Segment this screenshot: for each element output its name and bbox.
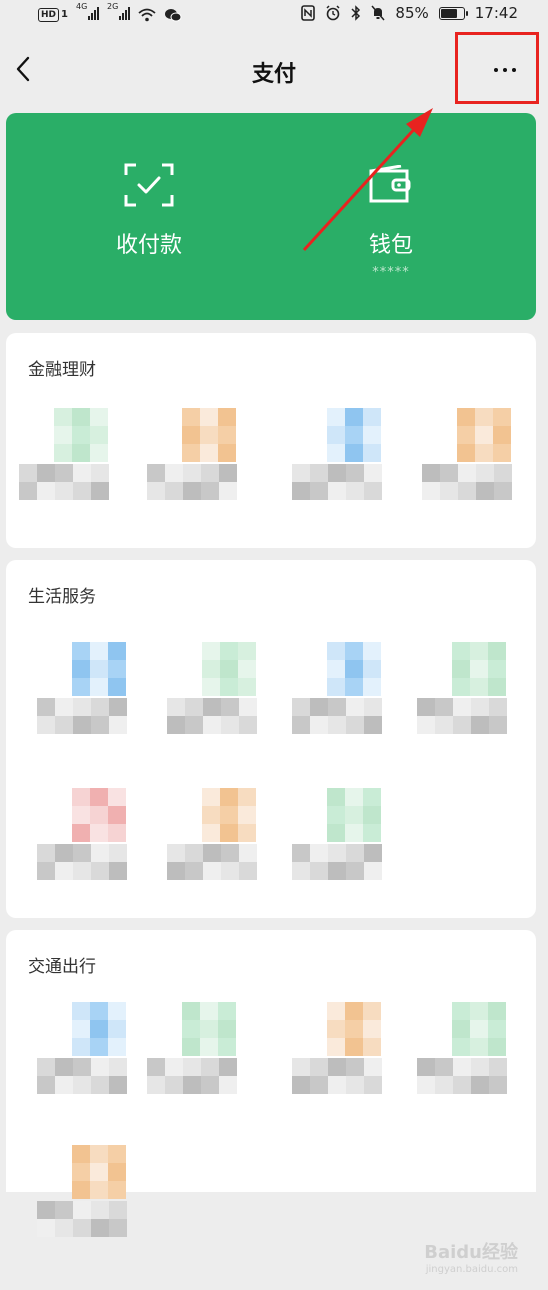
service-tile[interactable] [416, 1002, 526, 1102]
network-type-label-2: 2G [106, 2, 119, 11]
more-button[interactable] [455, 32, 539, 104]
alarm-icon [326, 5, 340, 21]
wallet-entry[interactable]: 钱包 ***** [321, 163, 461, 280]
scan-check-icon [124, 163, 174, 207]
service-tile[interactable] [36, 1145, 146, 1245]
service-tile[interactable] [18, 408, 128, 508]
service-tile[interactable] [291, 642, 401, 742]
pay-banner: 收付款 钱包 ***** [6, 113, 536, 320]
clock: 17:42 [474, 4, 518, 22]
battery-percent: 85% [395, 4, 429, 22]
wifi-icon [138, 8, 156, 21]
service-tile[interactable] [36, 642, 146, 742]
nav-bar: 支付 [0, 32, 548, 104]
section-title: 金融理财 [28, 360, 96, 380]
wallet-icon [369, 165, 411, 203]
receive-pay-entry[interactable]: 收付款 [79, 163, 219, 259]
battery-icon [438, 6, 468, 20]
section-finance: 金融理财 [6, 333, 536, 548]
bluetooth-icon [351, 5, 361, 21]
service-tile[interactable] [416, 642, 526, 742]
wechat-icon [164, 8, 182, 21]
section-title: 交通出行 [28, 957, 96, 977]
section-life-services: 生活服务 [6, 560, 536, 918]
signal-icon-2: 2G [107, 2, 130, 23]
service-tile[interactable] [291, 788, 401, 888]
service-tile[interactable] [291, 1002, 401, 1102]
service-tile[interactable] [166, 642, 276, 742]
status-bar: HD 1 4G 2G 85% 17:42 [0, 0, 548, 32]
more-horizontal-icon[interactable] [494, 68, 516, 72]
signal-icon: 4G [76, 2, 99, 23]
hd-badge: HD [38, 7, 60, 22]
nfc-icon [301, 5, 316, 21]
service-tile[interactable] [166, 788, 276, 888]
section-transport: 交通出行 [6, 930, 536, 1237]
service-tile[interactable] [421, 408, 531, 508]
service-tile[interactable] [146, 408, 256, 508]
sim-number: 1 [61, 9, 68, 20]
wallet-label: 钱包 [368, 233, 413, 258]
receive-pay-label: 收付款 [115, 233, 182, 258]
service-tile[interactable] [291, 408, 401, 508]
service-tile[interactable] [146, 1002, 256, 1102]
service-tile[interactable] [36, 788, 146, 888]
network-type-label: 4G [75, 2, 88, 11]
baidu-watermark: Baidu经验 jingyan.baidu.com [424, 1238, 518, 1275]
wallet-balance-masked: ***** [372, 265, 410, 280]
watermark-url: jingyan.baidu.com [425, 1264, 518, 1275]
watermark-brand: Baidu经验 [424, 1242, 518, 1263]
section-title: 生活服务 [28, 587, 96, 607]
service-tile[interactable] [36, 1002, 146, 1102]
mute-bell-icon [371, 5, 385, 21]
